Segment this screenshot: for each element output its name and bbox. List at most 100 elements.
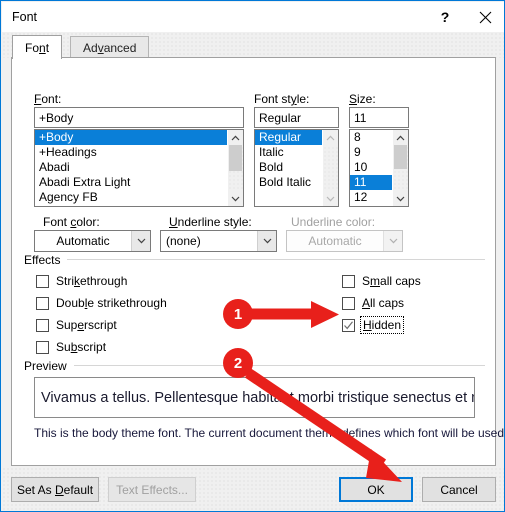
font-family-value: +Body (39, 110, 74, 125)
list-item[interactable]: Regular (255, 130, 322, 145)
checkbox-label: Strikethrough (56, 274, 128, 288)
underline-style-combo[interactable]: (none) (160, 230, 277, 252)
tab-font[interactable]: Font (12, 35, 63, 59)
font-color-combo[interactable]: Automatic (34, 230, 151, 252)
list-item[interactable]: Italic (255, 145, 322, 160)
ok-button[interactable]: OK (339, 477, 413, 502)
font-color-dropdown-arrow[interactable] (131, 231, 150, 251)
underline-color-value: Automatic (308, 234, 362, 248)
list-item[interactable]: +Body (35, 130, 227, 145)
font-size-scrollbar[interactable] (392, 130, 408, 206)
scroll-track[interactable] (323, 145, 338, 191)
font-size-value: 11 (354, 110, 367, 125)
list-item[interactable]: Agency FB (35, 190, 227, 205)
list-item[interactable]: 12 (350, 190, 392, 205)
underline-style-dropdown-arrow[interactable] (257, 231, 276, 251)
chevron-up-icon (231, 135, 240, 140)
checkbox-small-caps[interactable]: Small caps (342, 273, 421, 289)
preview-group-label: Preview (24, 359, 72, 373)
font-size-label: Size: (349, 92, 376, 106)
checkbox-label: Subscript (56, 340, 107, 354)
chevron-up-icon (396, 135, 405, 140)
checkbox-strikethrough[interactable]: Strikethrough (36, 273, 127, 289)
preview-note: This is the body theme font. The current… (34, 426, 505, 440)
font-size-listbox[interactable]: 8 9 10 11 12 (349, 129, 409, 207)
checkbox-box[interactable] (342, 296, 355, 310)
checkbox-superscript[interactable]: Superscript (36, 317, 117, 333)
checkmark-icon (344, 320, 353, 329)
scroll-up-button[interactable] (393, 130, 408, 145)
scroll-up-button[interactable] (323, 130, 338, 145)
scroll-up-button[interactable] (228, 130, 243, 145)
font-family-scrollbar[interactable] (227, 130, 243, 206)
ok-label: OK (367, 482, 385, 497)
title-bar: Font ? (2, 2, 504, 32)
scroll-thumb[interactable] (394, 145, 407, 169)
checkbox-box[interactable] (36, 274, 49, 288)
list-item[interactable]: 10 (350, 160, 392, 175)
font-style-listbox[interactable]: Regular Italic Bold Bold Italic (254, 129, 339, 207)
font-family-input[interactable]: +Body (34, 107, 244, 128)
font-size-list-items: 8 9 10 11 12 (350, 130, 392, 206)
cancel-label: Cancel (440, 482, 478, 497)
underline-color-dropdown-arrow (383, 231, 402, 251)
checkbox-subscript[interactable]: Subscript (36, 339, 106, 355)
checkbox-box[interactable] (36, 296, 49, 310)
preview-sample-text: Vivamus a tellus. Pellentesque habitant … (41, 389, 475, 406)
list-item[interactable]: 9 (350, 145, 392, 160)
chevron-down-icon (326, 196, 335, 201)
font-style-input[interactable]: Regular (254, 107, 339, 128)
dialog-footer: Set As Default Text Effects... OK Cancel (2, 467, 504, 511)
chevron-down-icon (389, 238, 397, 244)
checkbox-double-strikethrough[interactable]: Double strikethrough (36, 295, 167, 311)
font-family-listbox[interactable]: +Body +Headings Abadi Abadi Extra Light … (34, 129, 244, 207)
underline-color-label: Underline color: (291, 215, 376, 229)
checkbox-hidden[interactable]: Hidden (342, 316, 405, 334)
font-style-label: Font style: (254, 92, 310, 106)
checkbox-label: Double strikethrough (56, 296, 167, 310)
font-family-label: Font: (34, 92, 62, 106)
checkbox-box[interactable] (36, 318, 49, 332)
checkbox-label: Superscript (56, 318, 117, 332)
tab-advanced-label: Advanced (83, 40, 137, 55)
scroll-track[interactable] (228, 145, 243, 191)
tab-advanced[interactable]: Advanced (70, 36, 150, 58)
chevron-down-icon (263, 238, 271, 244)
chevron-down-icon (231, 196, 240, 201)
checkbox-label: All caps (362, 296, 405, 310)
scroll-thumb[interactable] (229, 145, 242, 171)
list-item[interactable]: +Headings (35, 145, 227, 160)
close-icon (479, 11, 491, 23)
help-button[interactable]: ? (425, 2, 465, 32)
cancel-button[interactable]: Cancel (422, 477, 496, 502)
scroll-down-button[interactable] (323, 191, 338, 206)
chevron-down-icon (396, 196, 405, 201)
checkbox-all-caps[interactable]: All caps (342, 295, 404, 311)
checkbox-label: Hidden (359, 316, 405, 334)
set-as-default-button[interactable]: Set As Default (11, 477, 99, 502)
list-item[interactable]: Bold (255, 160, 322, 175)
scroll-down-button[interactable] (228, 191, 243, 206)
checkbox-box[interactable] (342, 274, 355, 288)
text-effects-label: Text Effects... (116, 482, 188, 497)
preview-box: Vivamus a tellus. Pellentesque habitant … (34, 377, 475, 418)
scroll-track[interactable] (393, 145, 408, 191)
list-item[interactable]: 8 (350, 130, 392, 145)
scroll-down-button[interactable] (393, 191, 408, 206)
list-item[interactable]: 11 (350, 175, 392, 190)
set-as-default-label: Set As Default (16, 482, 94, 497)
checkbox-box[interactable] (36, 340, 49, 354)
effects-group-label: Effects (24, 253, 66, 267)
underline-style-value: (none) (166, 234, 201, 248)
checkbox-box[interactable] (342, 318, 355, 332)
tab-font-label: Font (25, 40, 50, 55)
list-item[interactable]: Abadi (35, 160, 227, 175)
font-family-list-items: +Body +Headings Abadi Abadi Extra Light … (35, 130, 227, 206)
font-size-input[interactable]: 11 (349, 107, 409, 128)
font-style-scrollbar[interactable] (322, 130, 338, 206)
chevron-up-icon (326, 135, 335, 140)
list-item[interactable]: Bold Italic (255, 175, 322, 190)
list-item[interactable]: Abadi Extra Light (35, 175, 227, 190)
close-button[interactable] (465, 2, 504, 32)
font-color-value: Automatic (56, 234, 110, 248)
